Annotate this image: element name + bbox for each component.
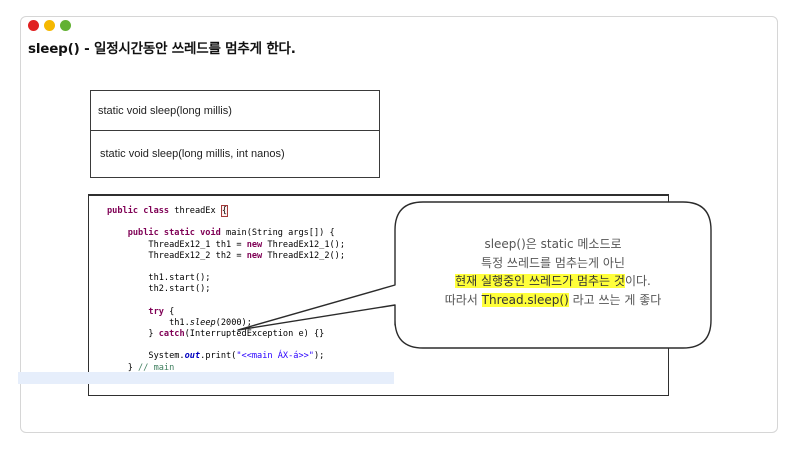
code-token: th1.	[107, 317, 190, 328]
callout-text: sleep()은 static 메소드로특정 쓰레드를 멈추는게 아닌현재 실행…	[393, 235, 713, 309]
code-token: );	[313, 351, 325, 362]
callout-text-segment: 이다.	[624, 274, 651, 288]
code-token: main(String args[]) {	[220, 228, 335, 239]
code-token: "<<main ÁX-á>>"	[236, 351, 314, 362]
code-token: public static void	[127, 228, 221, 239]
code-line: ThreadEx12_1 th1 = new ThreadEx12_1();	[107, 240, 345, 251]
code-token: new	[246, 250, 263, 261]
code-token: ThreadEx12_2();	[262, 250, 346, 261]
signature-row: static void sleep(long millis)	[91, 91, 379, 131]
highlighted-text: Thread.sleep()	[481, 292, 569, 307]
code-token: (InterruptedException e) {}	[184, 329, 325, 340]
current-line-highlight	[18, 372, 394, 384]
code-token: ThreadEx12_2 th2 =	[107, 250, 247, 261]
code-token: {	[163, 306, 175, 317]
code-token: sleep	[189, 317, 216, 328]
code-token: ThreadEx12_1();	[262, 239, 346, 250]
code-line: } catch(InterruptedException e) {}	[107, 329, 345, 340]
code-token: new	[246, 239, 263, 250]
code-token: th1.start();	[107, 273, 211, 284]
callout-text-segment: 따라서	[444, 292, 482, 307]
callout-line: sleep()은 static 메소드로	[393, 235, 713, 254]
code-token: (2000);	[215, 317, 252, 328]
callout-line: 따라서 Thread.sleep() 라고 쓰는 게 좋다	[393, 291, 713, 310]
callout-text-segment: 특정 쓰레드를 멈추는게 아닌	[481, 255, 625, 270]
code-token: threadEx	[169, 206, 221, 216]
code-line: th1.sleep(2000);	[107, 318, 345, 329]
close-dot-icon[interactable]	[28, 20, 39, 31]
code-token: try	[148, 306, 164, 317]
code-token: catch	[158, 329, 185, 340]
code-line: ThreadEx12_2 th2 = new ThreadEx12_2();	[107, 251, 345, 262]
code-token: out	[184, 351, 201, 362]
callout-text-segment: sleep()은 static 메소드로	[484, 237, 622, 251]
maximize-dot-icon[interactable]	[60, 20, 71, 31]
code-token: th2.start();	[107, 284, 211, 295]
callout-line: 특정 쓰레드를 멈추는게 아닌	[393, 254, 713, 273]
page-title: sleep() - 일정시간동안 쓰레드를 멈추게 한다.	[28, 41, 296, 57]
code-token: System.	[107, 351, 185, 362]
signature-row: static void sleep(long millis, int nanos…	[100, 148, 285, 160]
matching-brace: {	[220, 205, 229, 217]
callout-text-segment: 라고 쓰는 게 좋다	[568, 292, 662, 307]
callout-line: 현재 실행중인 쓰레드가 멈추는 것이다.	[393, 272, 713, 291]
code-line: public class threadEx {	[107, 205, 345, 217]
code-line: System.out.print("<<main ÁX-á>>");	[107, 351, 345, 362]
code-line: public static void main(String args[]) {	[107, 228, 345, 239]
code-line: th1.start();	[107, 273, 345, 284]
code-token: }	[107, 329, 159, 340]
code-token: ThreadEx12_1 th1 =	[107, 239, 247, 250]
code-line: th2.start();	[107, 284, 345, 295]
window-controls	[28, 20, 71, 31]
highlighted-text: 현재 실행중인 쓰레드가 멈추는 것	[455, 274, 625, 288]
method-signature-table: static void sleep(long millis) static vo…	[90, 90, 380, 178]
code-token: public class	[107, 206, 170, 216]
minimize-dot-icon[interactable]	[44, 20, 55, 31]
code-token: .print(	[200, 351, 237, 362]
code-listing: public class threadEx { public static vo…	[107, 205, 345, 385]
